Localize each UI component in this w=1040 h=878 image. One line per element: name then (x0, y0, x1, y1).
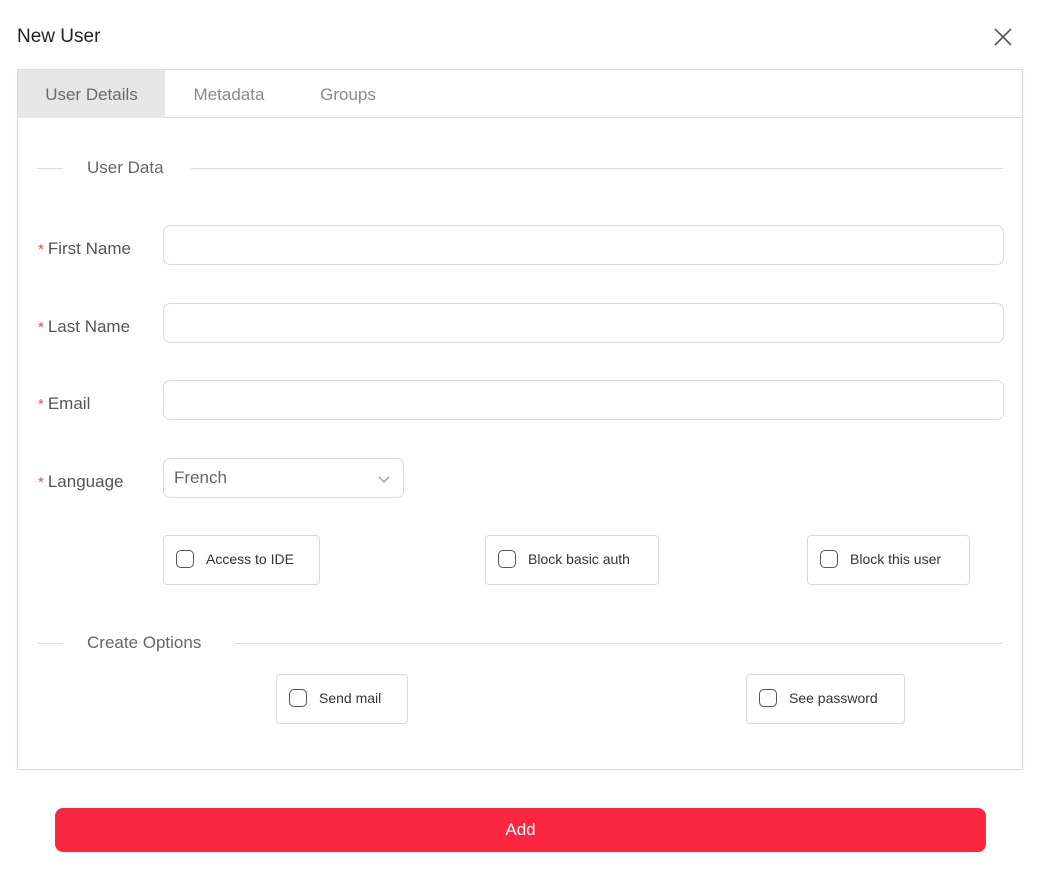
send-mail-checkbox[interactable]: Send mail (276, 674, 408, 724)
section-title-user-data: User Data (87, 158, 164, 177)
section-divider-user-data: User Data (37, 157, 1003, 179)
required-mark: * (38, 241, 44, 258)
close-icon[interactable] (993, 27, 1013, 47)
email-input[interactable] (163, 380, 1004, 420)
see-password-label: See password (789, 690, 878, 706)
language-select[interactable]: French (163, 458, 404, 498)
block-basic-auth-label: Block basic auth (528, 551, 630, 567)
first-name-input[interactable] (163, 225, 1004, 265)
section-divider-create-options: Create Options (37, 632, 1003, 654)
checkbox-box[interactable] (176, 550, 194, 568)
email-label: * Email (38, 394, 91, 413)
language-select-value: French (174, 468, 227, 487)
section-title-create-options: Create Options (87, 633, 202, 652)
send-mail-label: Send mail (319, 690, 382, 706)
required-mark: * (38, 474, 44, 491)
required-mark: * (38, 396, 44, 413)
language-label: * Language (38, 472, 124, 491)
required-mark: * (38, 319, 44, 336)
last-name-input[interactable] (163, 303, 1004, 343)
tab-bar: User Details Metadata Groups (18, 70, 1022, 118)
dialog-title: New User (17, 26, 101, 47)
checkbox-box[interactable] (498, 550, 516, 568)
user-form-panel: User Details Metadata Groups User Data *… (17, 69, 1023, 770)
block-this-user-label: Block this user (850, 551, 942, 567)
tab-groups[interactable]: Groups (308, 70, 388, 118)
checkbox-box[interactable] (289, 689, 307, 707)
checkbox-box[interactable] (759, 689, 777, 707)
block-this-user-checkbox[interactable]: Block this user (807, 535, 970, 585)
access-to-ide-label: Access to IDE (206, 551, 294, 567)
tab-metadata[interactable]: Metadata (178, 70, 280, 118)
first-name-label: * First Name (38, 239, 131, 258)
checkbox-box[interactable] (820, 550, 838, 568)
chevron-down-icon (377, 472, 391, 486)
tab-user-details[interactable]: User Details (18, 70, 165, 118)
block-basic-auth-checkbox[interactable]: Block basic auth (485, 535, 659, 585)
last-name-label: * Last Name (38, 317, 131, 336)
add-button[interactable]: Add (55, 808, 986, 852)
access-to-ide-checkbox[interactable]: Access to IDE (163, 535, 320, 585)
see-password-checkbox[interactable]: See password (746, 674, 905, 724)
